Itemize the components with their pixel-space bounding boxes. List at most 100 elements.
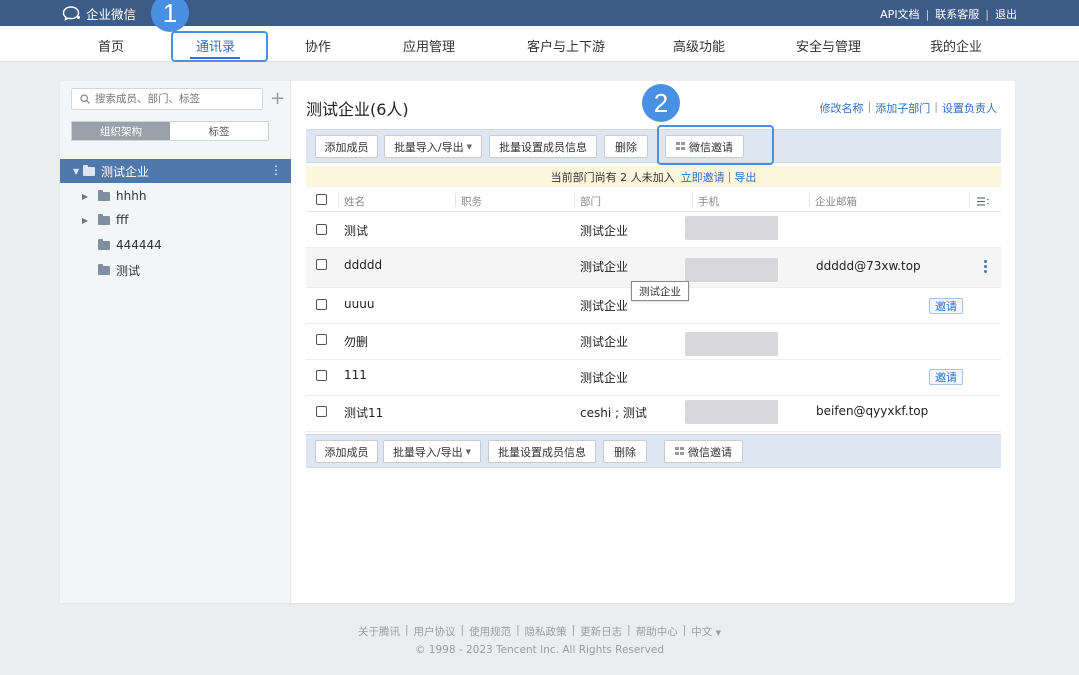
member-department: 测试企业 bbox=[580, 260, 629, 274]
invite-button[interactable]: 邀请 bbox=[929, 369, 963, 385]
divider: | bbox=[727, 170, 732, 183]
import-export-button[interactable]: 批量导入/导出 ▼ bbox=[383, 440, 481, 463]
folder-icon bbox=[98, 189, 110, 201]
rename-link[interactable]: 修改名称 bbox=[820, 100, 864, 116]
tree-node-fff[interactable]: ▶ fff bbox=[60, 208, 129, 232]
tree-node-hhhh[interactable]: ▶ hhhh bbox=[60, 184, 146, 208]
tree-node-label: 444444 bbox=[116, 238, 162, 252]
column-email[interactable]: 企业邮箱 bbox=[815, 194, 857, 209]
add-member-button[interactable]: 添加成员 bbox=[315, 135, 378, 158]
wework-logo-icon bbox=[62, 6, 80, 21]
top-links: API文档 | 联系客服 | 退出 bbox=[880, 6, 1017, 22]
row-more-icon[interactable] bbox=[984, 260, 988, 275]
import-export-button[interactable]: 批量导入/导出 ▼ bbox=[384, 135, 482, 158]
add-icon[interactable]: + bbox=[270, 88, 285, 110]
tree-root-company[interactable]: ▼ 测试企业 ⋮ bbox=[60, 159, 291, 183]
invite-now-link[interactable]: 立即邀请 bbox=[681, 169, 725, 185]
collapsed-arrow-icon[interactable]: ▶ bbox=[82, 216, 92, 225]
delete-button[interactable]: 删除 bbox=[604, 135, 648, 158]
export-link[interactable]: 导出 bbox=[734, 169, 756, 185]
divider: | bbox=[682, 624, 687, 636]
footer-links: 关于腾讯 | 用户协议 | 使用规范 | 隐私政策 | 更新日志 | 帮助中心 | 中文 ▼ bbox=[0, 624, 1079, 639]
batch-set-info-button[interactable]: 批量设置成员信息 bbox=[488, 440, 596, 463]
row-checkbox[interactable] bbox=[316, 224, 327, 235]
wechat-invite-button[interactable]: 微信邀请 bbox=[664, 440, 743, 463]
dropdown-caret-icon: ▼ bbox=[715, 629, 721, 637]
delete-button[interactable]: 删除 bbox=[603, 440, 647, 463]
tab-org-structure[interactable]: 组织架构 bbox=[72, 122, 170, 140]
more-vertical-icon[interactable]: ⋮ bbox=[270, 163, 282, 177]
add-subdepartment-link[interactable]: 添加子部门 bbox=[875, 100, 930, 116]
select-all-checkbox[interactable] bbox=[316, 194, 327, 205]
table-row[interactable]: 测试 测试企业 bbox=[306, 212, 1001, 248]
folder-icon bbox=[98, 238, 110, 250]
table-row[interactable]: 111 测试企业 邀请 bbox=[306, 360, 1001, 396]
column-divider bbox=[809, 193, 810, 207]
nav-item-advanced[interactable]: 高级功能 bbox=[673, 36, 725, 55]
column-name[interactable]: 姓名 bbox=[344, 194, 365, 209]
invite-button[interactable]: 邀请 bbox=[929, 298, 963, 314]
department-tooltip: 测试企业 bbox=[631, 281, 689, 301]
highlight-contacts-tab bbox=[171, 31, 268, 62]
member-search[interactable] bbox=[71, 88, 263, 110]
nav-item-my-company[interactable]: 我的企业 bbox=[930, 36, 982, 55]
column-divider bbox=[969, 193, 970, 207]
set-manager-link[interactable]: 设置负责人 bbox=[942, 100, 997, 116]
footer-link-changelog[interactable]: 更新日志 bbox=[580, 624, 622, 639]
highlight-wechat-invite bbox=[657, 125, 774, 165]
row-checkbox[interactable] bbox=[316, 334, 327, 345]
column-settings-icon[interactable] bbox=[977, 197, 989, 206]
row-checkbox[interactable] bbox=[316, 259, 327, 270]
department-title: 测试企业(6人) bbox=[306, 100, 409, 119]
nav-item-collaboration[interactable]: 协作 bbox=[305, 36, 331, 55]
nav-item-home[interactable]: 首页 bbox=[98, 36, 124, 55]
member-department: 测试企业 bbox=[580, 224, 629, 238]
phone-masked bbox=[685, 258, 778, 282]
wework-logo[interactable]: 企业微信 bbox=[62, 4, 136, 22]
divider: | bbox=[571, 624, 576, 636]
footer-link-about[interactable]: 关于腾讯 bbox=[358, 624, 400, 639]
member-email: ddddd@73xw.top bbox=[816, 259, 921, 273]
row-checkbox[interactable] bbox=[316, 406, 327, 417]
row-checkbox[interactable] bbox=[316, 370, 327, 381]
column-title[interactable]: 职务 bbox=[461, 194, 482, 209]
table-row[interactable]: 测试11 ceshi ; 测试 beifen@qyyxkf.top bbox=[306, 396, 1001, 432]
footer-link-help[interactable]: 帮助中心 bbox=[636, 624, 678, 639]
copyright: © 1998 - 2023 Tencent Inc. All Rights Re… bbox=[414, 644, 665, 656]
divider: | bbox=[934, 100, 938, 113]
search-input[interactable] bbox=[95, 93, 255, 105]
org-sidebar: + 组织架构 标签 ▼ 测试企业 ⋮ ▶ hhhh ▶ fff 444444 测… bbox=[60, 81, 291, 603]
contact-support-link[interactable]: 联系客服 bbox=[935, 6, 979, 22]
column-phone[interactable]: 手机 bbox=[698, 194, 719, 209]
row-checkbox[interactable] bbox=[316, 299, 327, 310]
tab-tags[interactable]: 标签 bbox=[170, 122, 268, 140]
top-toolbar: 添加成员 批量导入/导出 ▼ 批量设置成员信息 删除 微信邀请 bbox=[306, 129, 1001, 163]
nav-item-security[interactable]: 安全与管理 bbox=[796, 36, 861, 55]
member-email: beifen@qyyxkf.top bbox=[816, 404, 929, 418]
batch-set-info-button[interactable]: 批量设置成员信息 bbox=[489, 135, 597, 158]
divider: | bbox=[460, 624, 465, 636]
column-department[interactable]: 部门 bbox=[580, 194, 601, 209]
expanded-arrow-icon[interactable]: ▼ bbox=[73, 167, 83, 176]
tree-node-test[interactable]: 测试 bbox=[60, 258, 140, 282]
member-list-area: 测试企业(6人) 修改名称 | 添加子部门 | 设置负责人 添加成员 批量导入/… bbox=[292, 81, 1015, 603]
department-actions: 修改名称 | 添加子部门 | 设置负责人 bbox=[820, 100, 997, 116]
main-nav: 首页 通讯录 协作 应用管理 客户与上下游 高级功能 安全与管理 我的企业 bbox=[0, 26, 1079, 62]
api-docs-link[interactable]: API文档 bbox=[880, 6, 919, 22]
column-divider bbox=[692, 193, 693, 207]
footer-link-agreement[interactable]: 用户协议 bbox=[414, 624, 456, 639]
table-row[interactable]: 勿删 测试企业 bbox=[306, 324, 1001, 360]
footer-link-rules[interactable]: 使用规范 bbox=[469, 624, 511, 639]
pending-join-notice: 当前部门尚有 2 人未加入 立即邀请 | 导出 bbox=[306, 166, 1001, 187]
logout-link[interactable]: 退出 bbox=[995, 6, 1017, 22]
collapsed-arrow-icon[interactable]: ▶ bbox=[82, 192, 92, 201]
folder-icon bbox=[98, 213, 110, 225]
language-select[interactable]: 中文 ▼ bbox=[691, 624, 721, 639]
footer-link-privacy[interactable]: 隐私政策 bbox=[525, 624, 567, 639]
nav-item-app-management[interactable]: 应用管理 bbox=[403, 36, 455, 55]
member-department: 测试企业 bbox=[580, 299, 629, 313]
member-name: 111 bbox=[344, 368, 367, 382]
nav-item-customers[interactable]: 客户与上下游 bbox=[527, 36, 605, 55]
tree-node-444444[interactable]: 444444 bbox=[60, 233, 162, 257]
add-member-button[interactable]: 添加成员 bbox=[315, 440, 378, 463]
